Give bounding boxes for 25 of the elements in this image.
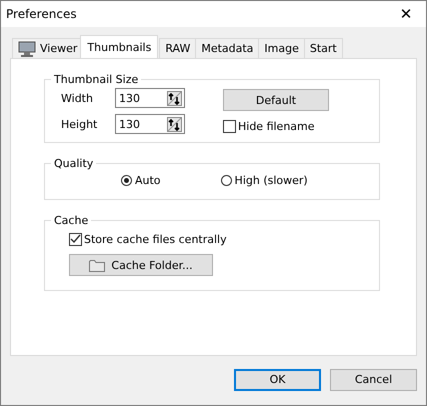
close-button[interactable]: ✕	[386, 1, 426, 27]
radio-option[interactable]: Auto	[121, 174, 161, 187]
spin-field[interactable]: 130	[115, 88, 185, 108]
radio-option[interactable]: High (slower)	[220, 174, 308, 187]
tab[interactable]: Thumbnails	[80, 35, 158, 58]
window-title: Preferences	[6, 7, 77, 21]
spin-arrows-icon	[167, 116, 182, 132]
dialog-button[interactable]: Cancel	[330, 368, 417, 390]
folder-icon	[89, 258, 106, 272]
field-label: Height	[61, 118, 98, 130]
tab[interactable]: RAW	[159, 38, 196, 58]
dialog-button[interactable]: OK	[234, 368, 321, 390]
hide-filename-checkbox[interactable]: Hide filename	[223, 120, 329, 133]
field-label: Width	[61, 92, 94, 104]
spin-field[interactable]: 130	[115, 114, 185, 134]
cache-folder-button[interactable]: Cache Folder...	[69, 254, 213, 276]
store-centrally-checkbox[interactable]: Store cache files centrally	[69, 233, 369, 246]
group-title: Quality	[53, 157, 94, 170]
group-title: Cache	[53, 214, 90, 227]
checkmark-icon	[70, 234, 81, 245]
group-title: Thumbnail Size	[53, 73, 140, 86]
monitor-icon	[18, 40, 36, 56]
spin-arrows-icon	[167, 90, 182, 106]
default-button[interactable]: Default	[223, 89, 329, 111]
tab[interactable]: Start	[304, 38, 343, 58]
